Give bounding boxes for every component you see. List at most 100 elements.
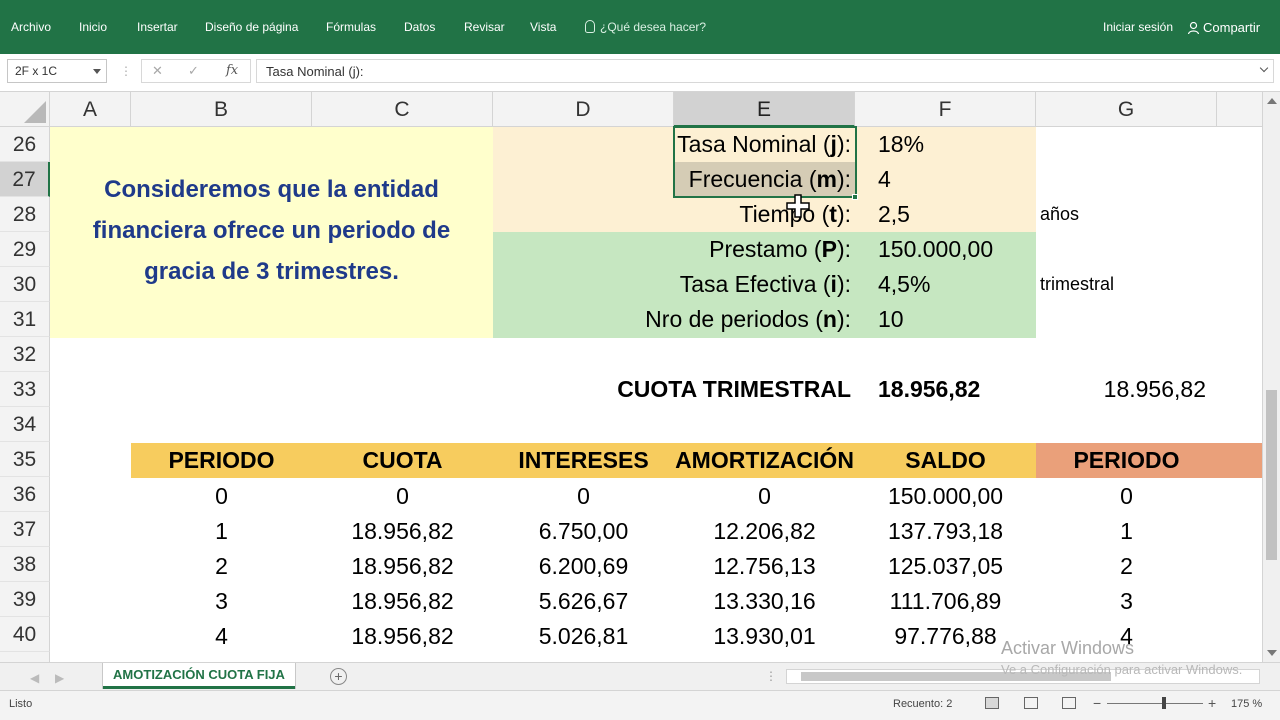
page-break-view-icon[interactable]: [1062, 697, 1076, 709]
tell-me-search[interactable]: ¿Qué desea hacer?: [585, 20, 706, 34]
tab-archivo[interactable]: Archivo: [11, 20, 51, 34]
sign-in-link[interactable]: Iniciar sesión: [1103, 20, 1173, 34]
selection-range[interactable]: [673, 126, 857, 198]
cell-amortizacion[interactable]: 12.206,82: [674, 514, 855, 549]
tab-diseno-pagina[interactable]: Diseño de página: [205, 20, 298, 34]
tab-vista[interactable]: Vista: [530, 20, 556, 34]
row-header-27[interactable]: 27: [0, 162, 50, 197]
cell-saldo[interactable]: 125.037,05: [855, 549, 1036, 584]
header-saldo[interactable]: SALDO: [855, 443, 1036, 478]
tab-split-handle-icon[interactable]: ⋮: [765, 669, 777, 683]
scroll-down-icon[interactable]: [1267, 650, 1277, 656]
column-header-c[interactable]: C: [312, 92, 493, 127]
column-header-d[interactable]: D: [493, 92, 674, 127]
column-header-a[interactable]: A: [50, 92, 131, 127]
name-box[interactable]: 2F x 1C: [7, 59, 107, 83]
cell-intereses[interactable]: 0: [493, 479, 674, 514]
row-header-30[interactable]: 30: [0, 267, 50, 302]
cell-periodo[interactable]: 2: [131, 549, 312, 584]
param-label-n[interactable]: Nro de periodos (n):: [493, 302, 851, 337]
cell-cuota[interactable]: 0: [312, 479, 493, 514]
param-unit-years[interactable]: años: [1040, 197, 1190, 232]
zoom-slider-thumb[interactable]: [1162, 697, 1166, 709]
param-value-m[interactable]: 4: [878, 162, 1028, 197]
add-sheet-icon[interactable]: +: [330, 668, 347, 685]
sheet-tab-amortizacion[interactable]: AMOTIZACIÓN CUOTA FIJA: [103, 663, 295, 689]
param-value-n[interactable]: 10: [878, 302, 1028, 337]
cell-intereses[interactable]: 5.626,67: [493, 584, 674, 619]
enter-icon[interactable]: ✓: [188, 63, 199, 79]
cell-saldo[interactable]: 150.000,00: [855, 479, 1036, 514]
cell-periodo-2[interactable]: 0: [1036, 479, 1217, 514]
row-header-31[interactable]: 31: [0, 302, 50, 337]
cancel-icon[interactable]: ✕: [152, 63, 163, 79]
tab-datos[interactable]: Datos: [404, 20, 435, 34]
cell-periodo[interactable]: 4: [131, 619, 312, 654]
header-periodo[interactable]: PERIODO: [131, 443, 312, 478]
param-unit-quarterly[interactable]: trimestral: [1040, 267, 1190, 302]
header-cuota[interactable]: CUOTA: [312, 443, 493, 478]
row-header-36[interactable]: 36: [0, 477, 50, 512]
cell-intereses[interactable]: 6.750,00: [493, 514, 674, 549]
row-header-26[interactable]: 26: [0, 127, 50, 162]
tab-inicio[interactable]: Inicio: [79, 20, 107, 34]
insert-function-icon[interactable]: fx: [226, 63, 238, 78]
cell-saldo[interactable]: 137.793,18: [855, 514, 1036, 549]
row-header-33[interactable]: 33: [0, 372, 50, 407]
cell-amortizacion[interactable]: 13.930,01: [674, 619, 855, 654]
cuota-value[interactable]: 18.956,82: [878, 372, 1028, 407]
header-intereses[interactable]: INTERESES: [493, 443, 674, 478]
cell-intereses[interactable]: 6.200,69: [493, 549, 674, 584]
page-layout-view-icon[interactable]: [1024, 697, 1038, 709]
normal-view-icon[interactable]: [985, 697, 999, 709]
cell-cuota[interactable]: 18.956,82: [312, 584, 493, 619]
row-header-40[interactable]: 40: [0, 617, 50, 652]
cell-periodo[interactable]: 3: [131, 584, 312, 619]
row-header-39[interactable]: 39: [0, 582, 50, 617]
formula-input[interactable]: Tasa Nominal (j):: [256, 59, 1274, 83]
zoom-out-icon[interactable]: −: [1093, 695, 1101, 711]
cell-amortizacion[interactable]: 0: [674, 479, 855, 514]
cell-periodo-2[interactable]: 3: [1036, 584, 1217, 619]
param-label-i[interactable]: Tasa Efectiva (i):: [493, 267, 851, 302]
row-header-37[interactable]: 37: [0, 512, 50, 547]
param-value-j[interactable]: 18%: [878, 127, 1028, 162]
cell-periodo-2[interactable]: 2: [1036, 549, 1217, 584]
zoom-slider-track[interactable]: [1107, 703, 1203, 704]
tab-formulas[interactable]: Fórmulas: [326, 20, 376, 34]
cell-amortizacion[interactable]: 12.756,13: [674, 549, 855, 584]
header-amortizacion[interactable]: AMORTIZACIÓN: [674, 443, 855, 478]
prev-sheet-icon[interactable]: ◀: [30, 671, 39, 685]
cell-periodo[interactable]: 0: [131, 479, 312, 514]
param-value-i[interactable]: 4,5%: [878, 267, 1028, 302]
row-header-32[interactable]: 32: [0, 337, 50, 372]
worksheet-grid[interactable]: A B C D E F G 26 27 28 29 30 31 32 33 34…: [0, 92, 1262, 662]
column-header-g[interactable]: G: [1036, 92, 1217, 127]
share-button[interactable]: Compartir: [1188, 20, 1260, 35]
param-value-t[interactable]: 2,5: [878, 197, 1028, 232]
row-header-38[interactable]: 38: [0, 547, 50, 582]
column-header-f[interactable]: F: [855, 92, 1036, 127]
expand-formula-icon[interactable]: [1259, 63, 1269, 73]
cell-cuota[interactable]: 18.956,82: [312, 549, 493, 584]
cuota-value-plain[interactable]: 18.956,82: [1036, 372, 1206, 407]
chevron-down-icon[interactable]: [93, 69, 101, 74]
select-all-corner[interactable]: [0, 92, 50, 127]
param-label-p[interactable]: Prestamo (P):: [493, 232, 851, 267]
fill-handle[interactable]: [852, 194, 858, 200]
cell-saldo[interactable]: 111.706,89: [855, 584, 1036, 619]
zoom-level[interactable]: 175 %: [1231, 698, 1262, 710]
cell-amortizacion[interactable]: 13.330,16: [674, 584, 855, 619]
cell-periodo[interactable]: 1: [131, 514, 312, 549]
row-header-34[interactable]: 34: [0, 407, 50, 442]
tab-insertar[interactable]: Insertar: [137, 20, 178, 34]
scrollbar-thumb[interactable]: [1266, 390, 1277, 560]
cell-cuota[interactable]: 18.956,82: [312, 514, 493, 549]
column-header-h[interactable]: [1217, 92, 1262, 127]
zoom-in-icon[interactable]: +: [1208, 695, 1216, 711]
cell-cuota[interactable]: 18.956,82: [312, 619, 493, 654]
row-header-35[interactable]: 35: [0, 442, 50, 477]
tab-revisar[interactable]: Revisar: [464, 20, 505, 34]
scroll-up-icon[interactable]: [1267, 98, 1277, 104]
row-header-29[interactable]: 29: [0, 232, 50, 267]
